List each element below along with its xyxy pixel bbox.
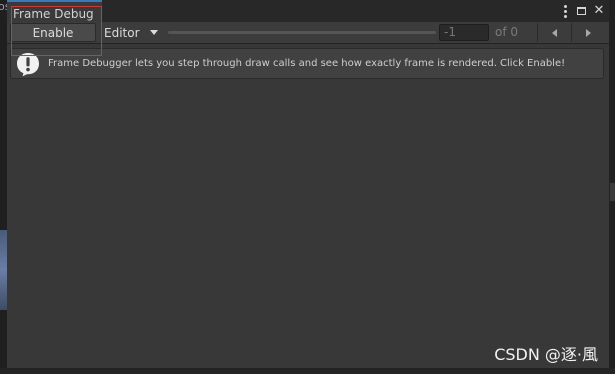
enable-button[interactable]: Enable xyxy=(10,23,96,42)
watermark-text: CSDN @逐·風 xyxy=(494,345,598,364)
tab-frame-debug[interactable]: Frame Debug xyxy=(7,0,102,22)
left-docked-panel xyxy=(0,0,7,374)
frame-debugger-toolbar: Enable Editor -1 of 0 xyxy=(7,22,609,44)
tab-title: Frame Debug xyxy=(13,7,94,21)
event-count-label: of 0 xyxy=(495,25,519,39)
arrow-left-icon xyxy=(552,28,557,37)
event-slider[interactable] xyxy=(168,31,436,34)
left-panel-preview xyxy=(0,230,7,310)
next-event-button[interactable] xyxy=(571,23,605,42)
previous-event-button[interactable] xyxy=(537,23,571,42)
warning-info-icon xyxy=(17,53,39,77)
frame-debugger-window: Frame Debug ✕ Enable Editor -1 of 0 Fram… xyxy=(7,0,610,369)
window-tab-bar: Frame Debug ✕ xyxy=(7,0,609,23)
kebab-menu-icon[interactable] xyxy=(561,4,569,18)
maximize-icon[interactable] xyxy=(575,4,587,18)
target-dropdown[interactable]: Editor xyxy=(100,23,162,42)
help-box: Frame Debugger lets you step through dra… xyxy=(10,48,604,79)
window-controls: ✕ xyxy=(561,3,605,19)
chevron-down-icon xyxy=(150,30,158,35)
help-message: Frame Debugger lets you step through dra… xyxy=(48,58,566,69)
close-icon[interactable]: ✕ xyxy=(593,4,605,18)
arrow-right-icon xyxy=(586,28,591,37)
event-index-field[interactable]: -1 xyxy=(439,24,489,41)
target-dropdown-value: Editor xyxy=(104,25,140,40)
